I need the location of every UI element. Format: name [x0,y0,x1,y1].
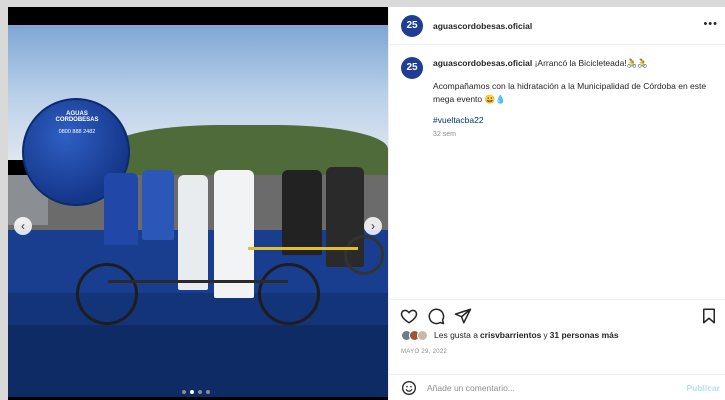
post-header: 25 aguascordobesas.oficial ••• [389,7,725,45]
post-caption: aguascordobesas.oficial ¡Arrancó la Bici… [433,57,718,106]
likes-count-link[interactable]: 31 personas más [550,330,619,340]
comment-input[interactable] [427,381,657,395]
carousel-next-button[interactable]: › [364,217,382,235]
carousel-indicator [182,390,210,394]
caption-avatar[interactable]: 25 [401,57,423,79]
chevron-left-icon: ‹ [21,219,25,233]
smile-icon[interactable] [401,380,417,396]
publish-button[interactable]: Publicar [686,383,720,393]
avatar-text: 25 [406,20,418,31]
likes-mid: y [543,330,548,340]
person [282,170,322,255]
person [104,173,138,245]
banner-wave-dark [8,325,388,397]
balloon-label: AGUAS CORDOBESAS 0800 888 2482 [48,105,106,135]
carousel-dot [206,390,210,394]
likes-prefix: Les gusta a [434,330,478,340]
balloon-phone-text: 0800 888 2482 [58,129,96,135]
avatar-text: 25 [406,62,418,73]
balloon-brand-text: AGUAS CORDOBESAS [55,111,99,123]
bike-wheel [76,263,138,325]
chevron-right-icon: › [371,219,375,233]
bike-frame [108,280,288,283]
action-bar [389,299,725,329]
more-options-button[interactable]: ••• [703,18,718,30]
bike-wheel [344,235,384,275]
send-icon[interactable] [454,307,472,325]
liker-avatar[interactable] [417,329,428,341]
comment-icon[interactable] [427,307,445,325]
bookmark-icon[interactable] [700,307,718,325]
post-window: AGUAS CORDOBESAS 0800 888 2482 ‹ › 25 ag… [8,7,725,400]
post-details-panel: 25 aguascordobesas.oficial ••• 25 aguasc… [388,7,725,400]
caption-title: ¡Arrancó la Bicicleteada!🚴🚴 [534,58,648,68]
heart-icon[interactable] [400,307,418,325]
person [178,175,208,290]
person [214,170,254,298]
post-time-ago: 32 sem [433,131,456,138]
caption-body: Acompañamos con la hidratación a la Muni… [433,81,707,104]
person [142,170,174,240]
avatar[interactable]: 25 [401,15,423,37]
likes-summary: Les gusta a crisvbarrientos y 31 persona… [401,327,619,343]
carousel-dot-active [190,390,194,394]
post-date: MAYO 29, 2022 [401,349,448,355]
bike-wheel [258,263,320,325]
hashtag-link[interactable]: #vueltacba22 [433,115,484,125]
header-username[interactable]: aguascordobesas.oficial [433,21,532,31]
post-photo[interactable]: AGUAS CORDOBESAS 0800 888 2482 ‹ › [8,25,388,397]
bike-frame [248,247,358,250]
carousel-dot [182,390,186,394]
post-media: AGUAS CORDOBESAS 0800 888 2482 ‹ › [8,7,388,400]
carousel-prev-button[interactable]: ‹ [14,217,32,235]
caption-username[interactable]: aguascordobesas.oficial [433,58,532,68]
comment-box: Publicar [389,374,725,400]
likes-user-link[interactable]: crisvbarrientos [480,330,541,340]
carousel-dot [198,390,202,394]
